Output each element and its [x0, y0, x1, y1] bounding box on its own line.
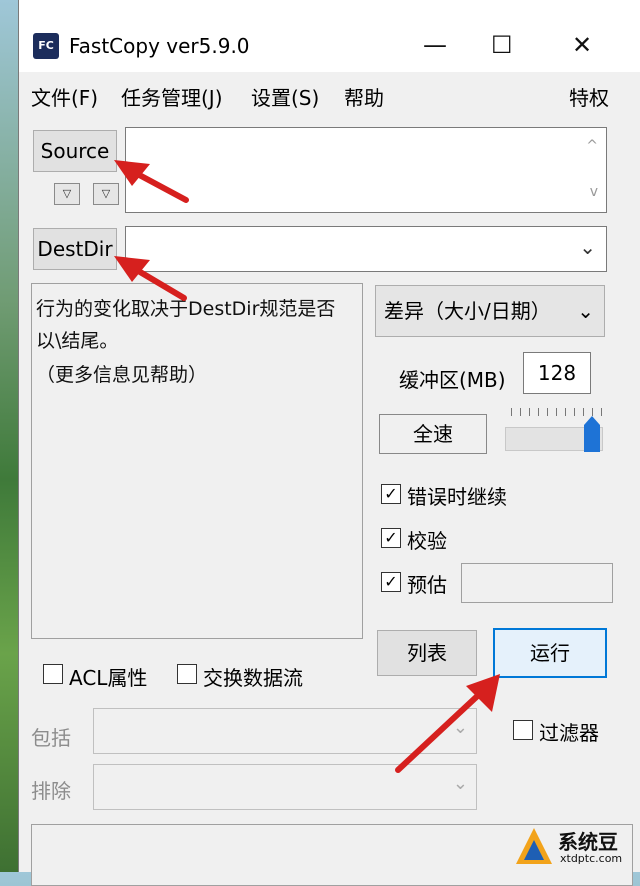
- watermark: 系统豆 xtdptc.com: [500, 822, 640, 872]
- arrow-to-destdir: [114, 256, 187, 301]
- annotation-arrows: [114, 160, 500, 773]
- arrow-to-source: [114, 160, 189, 203]
- watermark-logo-icon: [516, 828, 552, 864]
- watermark-brand: 系统豆: [558, 830, 618, 854]
- watermark-site: xtdptc.com: [560, 852, 623, 865]
- arrow-to-run: [395, 674, 500, 773]
